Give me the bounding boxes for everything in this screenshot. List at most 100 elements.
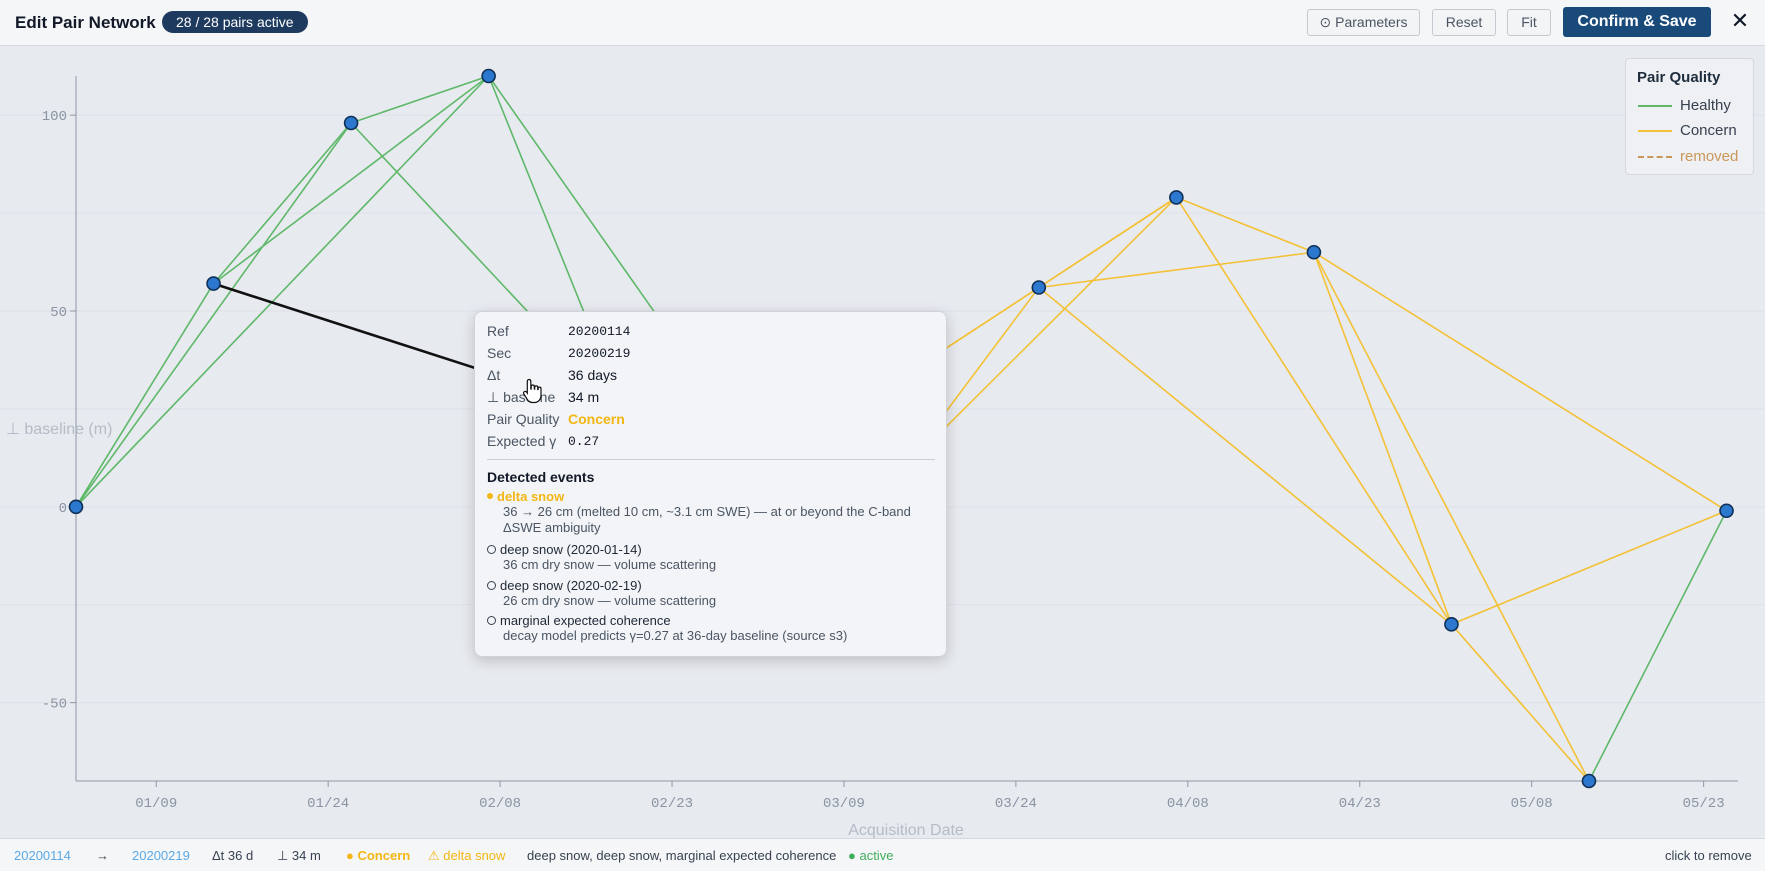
acquisition-node[interactable] xyxy=(1581,773,1597,789)
tooltip-quality-key: Pair Quality xyxy=(487,411,560,427)
pair-edge[interactable] xyxy=(1038,196,1177,289)
tooltip-ref-value: 20200114 xyxy=(568,324,631,339)
tooltip-dt-key: Δt xyxy=(487,367,501,383)
event-detail: 26 cm dry snow — volume scattering xyxy=(503,593,717,608)
status-active: ● active xyxy=(848,848,894,863)
acquisition-node[interactable] xyxy=(481,68,496,84)
event-title-text: deep snow (2020-01-14) xyxy=(500,542,642,557)
event-detail: decay model predicts γ=0.27 at 36-day ba… xyxy=(503,628,848,643)
event-detail: 36 cm dry snow — volume scattering xyxy=(503,557,717,572)
pair-edge[interactable] xyxy=(212,122,352,285)
event-title: delta snow xyxy=(487,489,937,504)
pair-edge[interactable] xyxy=(75,75,490,508)
x-tick-label: 01/09 xyxy=(135,796,177,812)
parameters-button[interactable]: ⊙ Parameters xyxy=(1307,9,1420,36)
tooltip-baseline-value: 34 m xyxy=(568,389,600,405)
tooltip-quality-value: Concern xyxy=(568,411,625,427)
event-title: deep snow (2020-01-14) xyxy=(487,542,937,557)
event-title-text: delta snow xyxy=(497,489,565,504)
event-title-text: deep snow (2020-02-19) xyxy=(500,578,642,593)
legend-swatch-removed xyxy=(1638,156,1672,158)
tooltip-row-quality: Pair Quality Concern xyxy=(487,411,927,431)
event-detail: 36 → 26 cm (melted 10 cm, ~3.1 cm SWE) —… xyxy=(503,504,911,535)
y-axis-title: ⊥ baseline (m) xyxy=(6,421,112,438)
close-icon[interactable]: ✕ xyxy=(1727,8,1753,34)
acquisition-node[interactable] xyxy=(1719,503,1734,519)
pair-edge[interactable] xyxy=(75,283,215,508)
event-title-text: marginal expected coherence xyxy=(500,613,671,628)
status-warning: ⚠ delta snow xyxy=(428,848,506,863)
event-item: deep snow (2020-01-14) 36 cm dry snow — … xyxy=(487,542,937,573)
legend-swatch-concern xyxy=(1638,130,1672,132)
x-tick-label: 04/08 xyxy=(1167,796,1209,812)
legend-title: Pair Quality xyxy=(1637,69,1721,86)
pair-tooltip: Ref 20200114 Sec 20200219 Δt 36 days ⊥ b… xyxy=(474,311,947,657)
legend: Pair Quality Healthy Concern removed xyxy=(1625,58,1754,175)
event-item: deep snow (2020-02-19) 26 cm dry snow — … xyxy=(487,578,937,609)
pair-edge[interactable] xyxy=(1175,196,1453,625)
info-circle-icon xyxy=(487,545,496,554)
status-quality: ● Concern xyxy=(346,848,411,863)
tooltip-sec-key: Sec xyxy=(487,345,512,361)
reset-button[interactable]: Reset xyxy=(1432,9,1496,36)
acquisition-node[interactable] xyxy=(343,115,359,131)
acquisition-node[interactable] xyxy=(68,499,84,515)
hand-cursor-icon xyxy=(522,378,542,404)
pair-edge[interactable] xyxy=(1313,251,1590,782)
legend-label-healthy: Healthy xyxy=(1680,97,1731,114)
pair-edge[interactable] xyxy=(350,75,489,124)
acquisition-node[interactable] xyxy=(1306,244,1322,260)
x-tick-label: 02/08 xyxy=(479,796,521,812)
confirm-save-button[interactable]: Confirm & Save xyxy=(1563,7,1711,37)
top-bar: Edit Pair Network 28 / 28 pairs active ⊙… xyxy=(0,0,1765,46)
acquisition-node[interactable] xyxy=(206,276,221,291)
tooltip-row-coherence: Expected γ 0.27 xyxy=(487,433,927,453)
status-sec-date[interactable]: 20200219 xyxy=(132,848,190,863)
x-tick-label: 05/08 xyxy=(1511,796,1553,812)
legend-swatch-healthy xyxy=(1638,105,1672,107)
tooltip-row-sec: Sec 20200219 xyxy=(487,345,927,365)
info-circle-icon xyxy=(487,616,496,625)
status-bar: 20200114 → 20200219 Δt 36 d ⊥ 34 m ● Con… xyxy=(0,838,1765,871)
y-tick-label: 100 xyxy=(42,109,67,125)
tooltip-coherence-key: Expected γ xyxy=(487,433,557,449)
detected-events-heading: Detected events xyxy=(487,469,595,485)
info-circle-icon xyxy=(487,581,496,590)
x-tick-label: 04/23 xyxy=(1339,796,1381,812)
pair-edge[interactable] xyxy=(1588,510,1728,782)
status-dt: Δt 36 d xyxy=(212,848,254,863)
pair-edge[interactable] xyxy=(1038,251,1315,289)
event-title: deep snow (2020-02-19) xyxy=(487,578,937,593)
x-tick-label: 02/23 xyxy=(651,796,693,812)
pair-edge[interactable] xyxy=(213,75,490,285)
status-baseline: ⊥ 34 m xyxy=(277,848,321,863)
tooltip-coherence-value: 0.27 xyxy=(568,434,600,449)
status-events: deep snow, deep snow, marginal expected … xyxy=(527,848,837,863)
x-tick-label: 03/09 xyxy=(823,796,865,812)
status-ref-date[interactable]: 20200114 xyxy=(14,848,71,863)
legend-label-concern: Concern xyxy=(1680,122,1737,139)
acquisition-node[interactable] xyxy=(1169,190,1184,205)
fit-button[interactable]: Fit xyxy=(1507,9,1551,36)
x-tick-label: 05/23 xyxy=(1683,796,1725,812)
active-pairs-badge: 28 / 28 pairs active xyxy=(162,11,308,33)
tooltip-divider xyxy=(487,459,935,460)
dialog-title: Edit Pair Network xyxy=(15,13,156,32)
pair-edge[interactable] xyxy=(1451,510,1727,626)
status-hint: click to remove xyxy=(1665,848,1752,863)
x-axis-title: Acquisition Date xyxy=(848,822,964,838)
status-arrow: → xyxy=(96,848,109,863)
y-tick-label: 50 xyxy=(50,305,67,321)
y-tick-label: 0 xyxy=(59,501,67,517)
tooltip-row-dt: Δt 36 days xyxy=(487,367,927,387)
acquisition-node[interactable] xyxy=(1031,280,1047,295)
event-item: marginal expected coherence decay model … xyxy=(487,613,937,644)
x-tick-label: 03/24 xyxy=(995,796,1037,812)
tooltip-row-ref: Ref 20200114 xyxy=(487,323,927,343)
pair-edge[interactable] xyxy=(1176,196,1315,253)
event-title: marginal expected coherence xyxy=(487,613,937,628)
legend-label-removed: removed xyxy=(1680,148,1739,165)
pair-edge[interactable] xyxy=(1313,251,1727,512)
acquisition-node[interactable] xyxy=(1444,617,1459,632)
warning-dot-icon xyxy=(487,493,493,499)
